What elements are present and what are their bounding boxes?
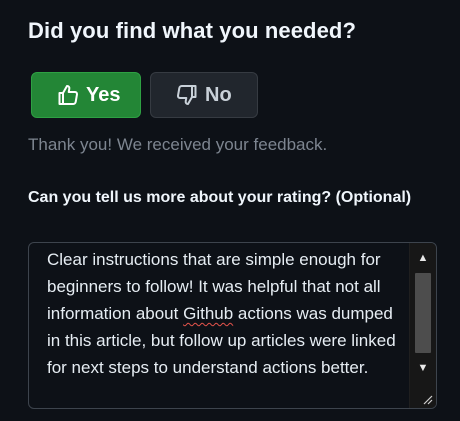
feedback-panel: Did you find what you needed? Yes No Tha…: [0, 0, 460, 421]
no-button[interactable]: No: [150, 72, 258, 118]
resize-handle[interactable]: [410, 382, 436, 408]
scroll-thumb[interactable]: [415, 273, 431, 353]
details-label: Can you tell us more about your rating? …: [28, 189, 412, 206]
resize-grip-icon: [423, 395, 433, 405]
scroll-up-icon[interactable]: ▲: [410, 245, 436, 271]
no-button-label: No: [205, 83, 232, 106]
details-textarea[interactable]: Clear instructions that are simple enoug…: [28, 242, 437, 409]
thanks-message: Thank you! We received your feedback.: [28, 135, 328, 154]
details-text[interactable]: Clear instructions that are simple enoug…: [47, 246, 407, 381]
yes-button[interactable]: Yes: [31, 72, 141, 118]
thumbs-up-icon: [56, 83, 80, 107]
scroll-down-icon[interactable]: ▼: [410, 355, 436, 381]
thumbs-down-icon: [175, 83, 199, 107]
misspelled-word[interactable]: Github: [183, 304, 233, 323]
feedback-heading: Did you find what you needed?: [28, 18, 357, 43]
yes-button-label: Yes: [86, 83, 121, 106]
